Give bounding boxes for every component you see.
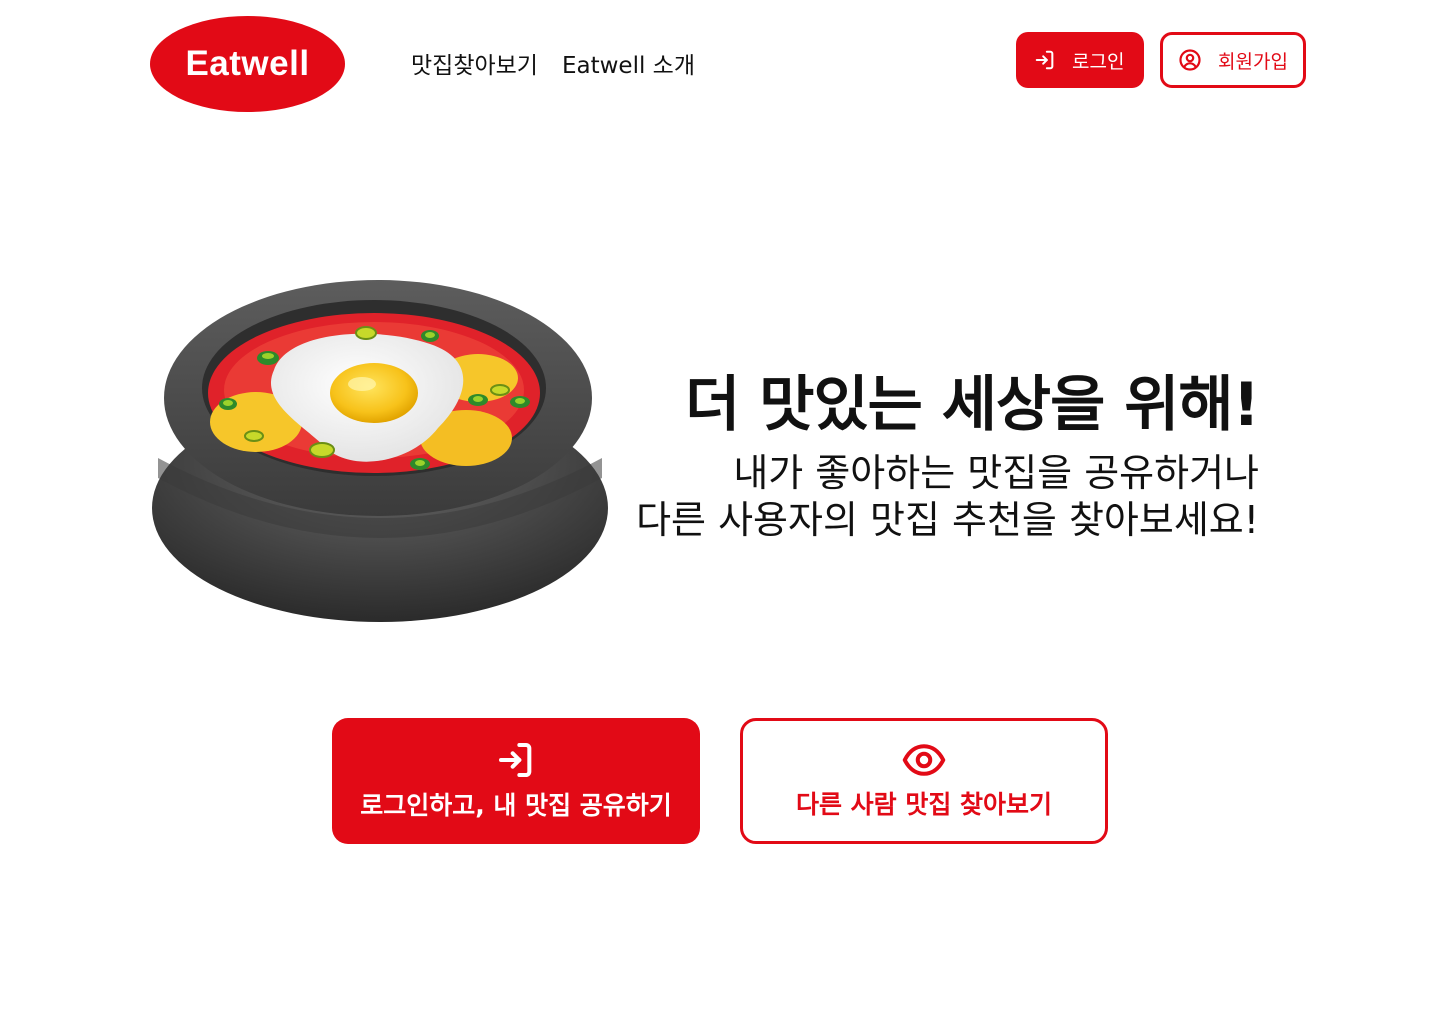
stew-bowl-illustration: [152, 280, 608, 622]
header-login-label: 로그인: [1072, 50, 1125, 73]
login-share-button[interactable]: 로그인하고, 내 맛집 공유하기: [332, 718, 700, 844]
eye-icon: [902, 744, 946, 776]
hero-title: 더 맛있는 세상을 위해!: [685, 370, 1260, 440]
user-circle-icon: [1179, 49, 1201, 71]
brand-logo-text: Eatwell: [185, 44, 310, 83]
main-nav: 맛집찾아보기 Eatwell 소개: [411, 46, 695, 80]
nav-item-find-restaurants[interactable]: 맛집찾아보기: [411, 46, 538, 80]
nav-item-about[interactable]: Eatwell 소개: [562, 46, 695, 80]
header-login-button[interactable]: 로그인: [1016, 32, 1144, 88]
header-signup-button[interactable]: 회원가입: [1160, 32, 1306, 88]
header-signup-label: 회원가입: [1218, 50, 1288, 73]
browse-restaurants-button[interactable]: 다른 사람 맛집 찾아보기: [740, 718, 1108, 844]
hero-subtitle-line-2: 다른 사용자의 맛집 추천을 찾아보세요!: [636, 498, 1259, 542]
landing-page: Eatwell 맛집찾아보기 Eatwell 소개 로그인 회원가입 더 맛있는…: [0, 0, 1440, 1024]
login-arrow-icon: [1035, 50, 1054, 70]
brand-logo[interactable]: Eatwell: [150, 16, 345, 112]
login-share-label: 로그인하고, 내 맛집 공유하기: [360, 791, 672, 820]
hero-subtitle: 내가 좋아하는 맛집을 공유하거나 다른 사용자의 맛집 추천을 찾아보세요!: [636, 450, 1259, 544]
browse-restaurants-label: 다른 사람 맛집 찾아보기: [795, 790, 1053, 819]
login-arrow-icon: [499, 743, 532, 777]
hero-subtitle-line-1: 내가 좋아하는 맛집을 공유하거나: [733, 451, 1259, 495]
